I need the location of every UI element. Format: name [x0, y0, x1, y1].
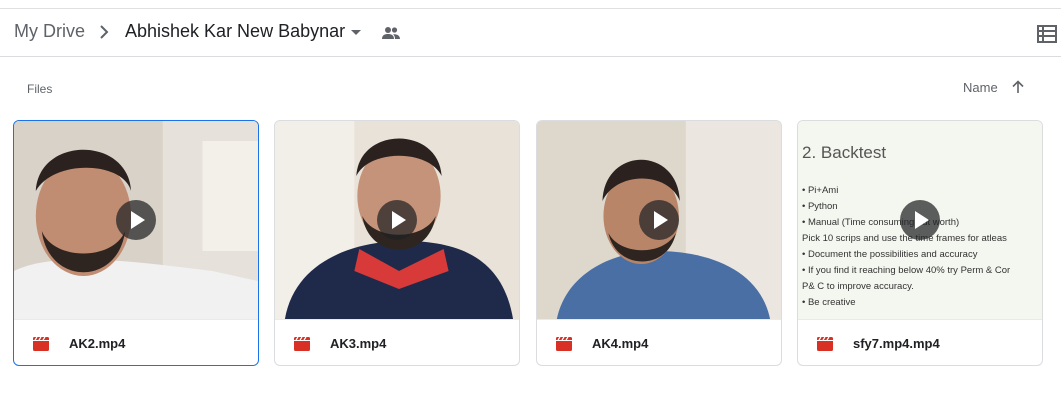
slide-line: • If you find it reaching below 40% try …: [802, 265, 1011, 276]
video-thumbnail: [537, 121, 781, 319]
file-card-footer: AK4.mp4: [537, 319, 781, 365]
video-thumbnail: [14, 121, 258, 319]
drive-header: My Drive Abhishek Kar New Babynar: [0, 9, 1061, 57]
chevron-right-icon: [100, 25, 109, 39]
video-thumbnail: 2. Backtest • Pi+Ami • Python • Manual (…: [798, 121, 1042, 319]
file-card-footer: AK3.mp4: [275, 319, 519, 365]
slide-title: 2. Backtest: [802, 143, 887, 162]
list-view-icon[interactable]: [1037, 25, 1057, 43]
breadcrumb-my-drive[interactable]: My Drive: [14, 21, 85, 42]
arrow-up-icon[interactable]: [1011, 80, 1025, 94]
video-file-icon: [33, 337, 49, 351]
file-card[interactable]: AK3.mp4: [274, 120, 520, 366]
slide-line: P& C to improve accuracy.: [802, 281, 914, 292]
file-name: sfy7.mp4.mp4: [853, 336, 940, 351]
play-icon[interactable]: [377, 200, 417, 240]
video-file-icon: [556, 337, 572, 351]
slide-body: • Pi+Ami • Python • Manual (Time consumi…: [802, 183, 1010, 311]
sort-by-name[interactable]: Name: [963, 80, 998, 95]
file-card[interactable]: AK4.mp4: [536, 120, 782, 366]
play-icon[interactable]: [639, 200, 679, 240]
file-card[interactable]: AK2.mp4: [13, 120, 259, 366]
file-card-footer: AK2.mp4: [14, 319, 258, 365]
files-section-label: Files: [27, 82, 53, 96]
slide-line: • Pi+Ami: [802, 185, 839, 196]
play-icon[interactable]: [900, 200, 940, 240]
video-thumbnail: [275, 121, 519, 319]
people-icon[interactable]: [382, 26, 400, 40]
video-file-icon: [294, 337, 310, 351]
play-icon[interactable]: [116, 200, 156, 240]
caret-down-icon[interactable]: [351, 30, 361, 35]
file-name: AK2.mp4: [69, 336, 126, 351]
breadcrumb-current-folder[interactable]: Abhishek Kar New Babynar: [125, 21, 345, 42]
slide-line: • Document the possibilities and accurac…: [802, 249, 978, 260]
file-name: AK4.mp4: [592, 336, 649, 351]
video-file-icon: [817, 337, 833, 351]
file-card-footer: sfy7.mp4.mp4: [798, 319, 1042, 365]
file-name: AK3.mp4: [330, 336, 387, 351]
slide-line: • Be creative: [802, 297, 856, 308]
file-card[interactable]: 2. Backtest • Pi+Ami • Python • Manual (…: [797, 120, 1043, 366]
